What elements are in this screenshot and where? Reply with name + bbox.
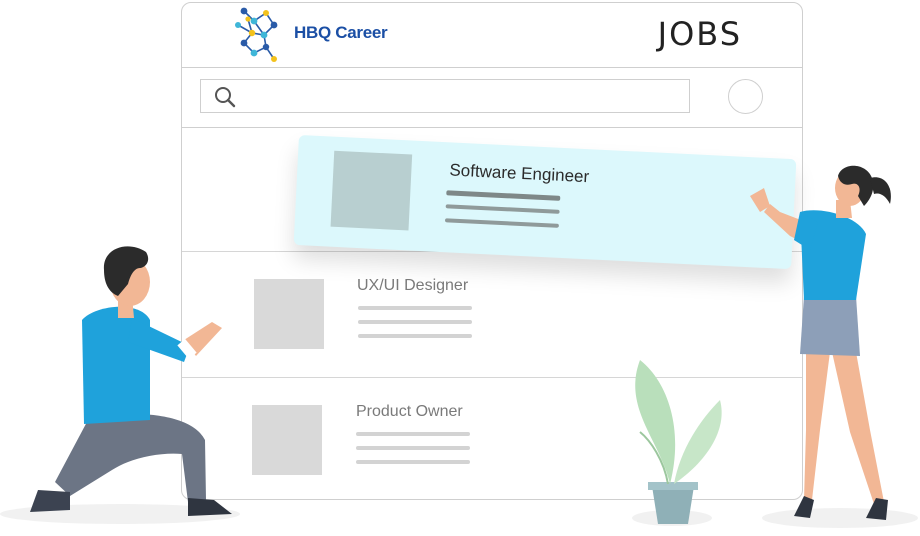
job-line [444, 218, 559, 228]
job-line [356, 446, 470, 450]
search-input[interactable] [200, 79, 690, 113]
job-line [356, 460, 470, 464]
job-thumbnail [254, 279, 324, 349]
profile-circle-icon[interactable] [728, 79, 763, 114]
page-title: JOBS [657, 15, 742, 53]
job-row[interactable]: Product Owner [182, 377, 802, 499]
job-title: UX/UI Designer [357, 277, 469, 294]
search-icon [215, 87, 236, 108]
job-line [356, 432, 470, 436]
job-line [358, 306, 472, 310]
job-line [358, 320, 472, 324]
search-bar [182, 67, 802, 128]
brand-name: HBQ Career [294, 23, 388, 42]
job-title: Software Engineer [449, 160, 590, 187]
job-title: Product Owner [356, 403, 463, 420]
job-line [358, 334, 472, 338]
job-thumbnail [330, 150, 413, 231]
logo-network-icon [235, 7, 278, 62]
brand-logo[interactable]: HBQ Career [224, 3, 388, 65]
job-thumbnail [252, 405, 322, 475]
header-bar: HBQ Career JOBS [182, 3, 802, 68]
job-line [446, 190, 561, 201]
job-line [445, 204, 560, 214]
job-row[interactable]: UX/UI Designer [182, 251, 802, 378]
